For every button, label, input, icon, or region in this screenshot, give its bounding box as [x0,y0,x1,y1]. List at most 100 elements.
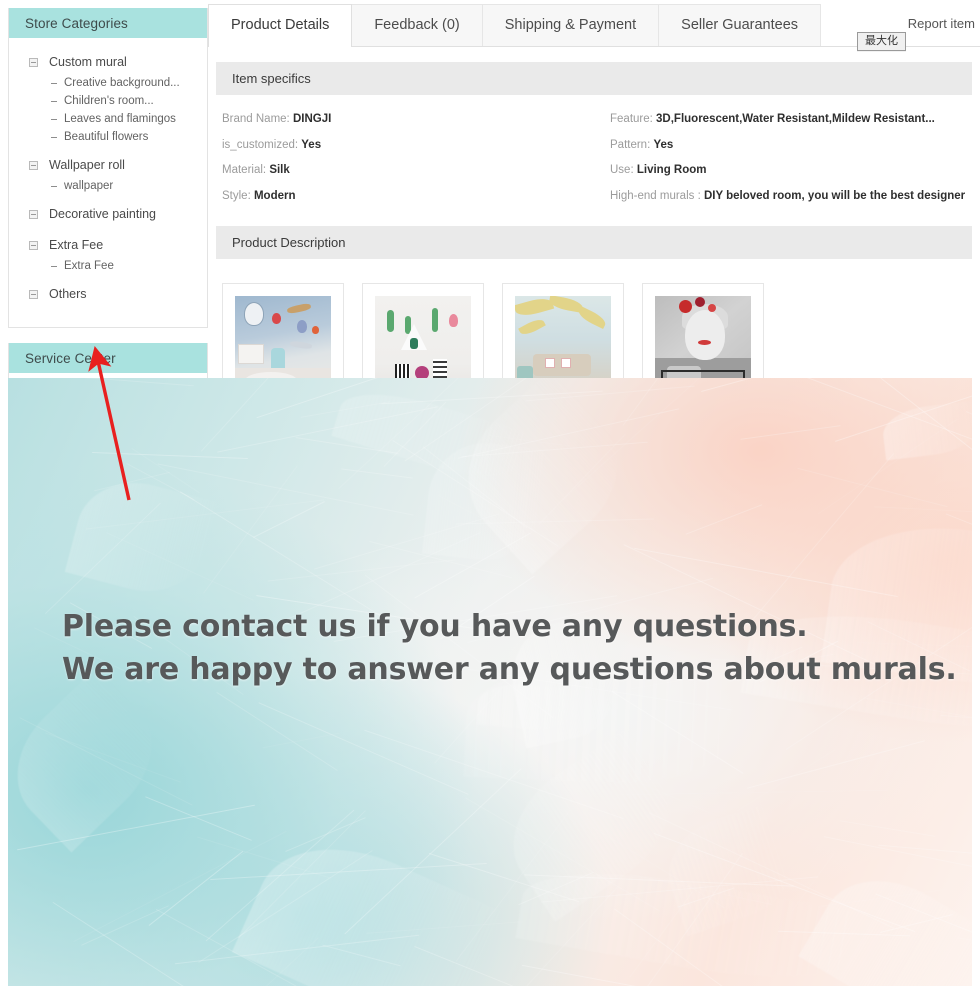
tree-group-spacer [9,195,207,202]
category-group-wallpaper-roll[interactable]: Wallpaper roll [9,153,207,177]
category-group-label: Wallpaper roll [49,158,125,172]
tab-feedback-0[interactable]: Feedback (0) [351,4,483,46]
spec-key: Pattern: [610,138,651,151]
feather-shape [231,817,501,986]
dash-bullet-icon [51,185,57,187]
product-description-heading: Product Description [216,226,972,260]
tree-group-spacer [9,146,207,153]
feather-strand [701,378,768,392]
spec-key: Style: [222,189,251,202]
spec-value: 3D,Fluorescent,Water Resistant,Mildew Re… [656,113,935,125]
item-specifics-table: Brand Name: DINGJI is_customized: Yes Mate… [216,95,972,211]
spec-row: Feature: 3D,Fluorescent,Water Resistant,… [610,107,972,133]
collapse-toggle-icon[interactable] [29,57,38,67]
spec-row: Style: Modern [222,184,594,210]
category-child-label: Extra Fee [64,260,114,272]
feather-strand [797,467,948,507]
category-child-item[interactable]: Leaves and flamingos [9,110,207,128]
spec-row: Pattern: Yes [610,133,972,159]
feather-strand [736,749,835,813]
feather-strand [81,905,170,946]
feather-strand [148,850,244,926]
tree-group-spacer [9,275,207,282]
category-group-label: Custom mural [49,55,127,69]
category-child-item[interactable]: Children's room... [9,92,207,110]
report-item-link[interactable]: Report item [908,16,975,31]
category-child-item[interactable]: Beautiful flowers [9,128,207,146]
maximize-button[interactable]: 最大化 [857,32,906,52]
feather-strand [874,505,972,519]
item-specifics-right-column: Feature: 3D,Fluorescent,Water Resistant,… [594,107,972,209]
detail-content: Item specifics Brand Name: DINGJI is_cust… [208,62,980,406]
store-categories-title: Store Categories [9,8,207,38]
category-group-decorative-painting[interactable]: Decorative painting [9,202,207,226]
feather-strand [258,701,469,795]
spec-row: High-end murals : DIY beloved room, you … [610,184,972,210]
spec-value: DIY beloved room, you will be the best d… [703,189,966,202]
category-child-item[interactable]: wallpaper [9,177,207,195]
tree-group-spacer [9,226,207,233]
contact-banner: Please contact us if you have any questi… [8,378,972,986]
tree-group-spacer [9,306,207,313]
spec-value: DINGJI [292,113,332,125]
tab-shipping-payment[interactable]: Shipping & Payment [481,4,660,46]
category-child-item[interactable]: Extra Fee [9,257,207,275]
category-child-label: wallpaper [64,180,114,192]
spec-key: Brand Name: [222,113,290,125]
feather-strand [740,425,841,440]
category-group-label: Others [49,287,87,301]
category-group-extra-fee[interactable]: Extra Fee [9,233,207,257]
feather-strand [203,465,299,594]
feather-strand [145,795,252,841]
spec-key: High-end murals : [610,189,701,202]
spec-key: Feature: [610,113,653,125]
tab-seller-guarantees[interactable]: Seller Guarantees [658,4,822,46]
collapse-toggle-icon[interactable] [29,209,38,219]
category-child-label: Creative background... [64,77,180,89]
top-content-region: Store Categories Custom mural Creative ba… [0,0,980,422]
spec-key: Use: [610,164,634,177]
category-child-item[interactable]: Creative background... [9,74,207,92]
dash-bullet-icon [51,265,57,267]
collapse-toggle-icon[interactable] [29,240,38,250]
category-group-others[interactable]: Others [9,282,207,306]
feather-strand [215,691,338,772]
banner-headline: Please contact us if you have any questi… [62,606,957,691]
spec-row: Brand Name: DINGJI [222,107,594,133]
category-tree: Custom mural Creative background... Childr… [9,38,207,327]
spec-row: Material: Silk [222,158,594,184]
feather-strand [823,835,972,873]
banner-line-1: Please contact us if you have any questi… [62,609,808,644]
feather-strand [27,378,194,386]
store-categories-panel: Store Categories Custom mural Creative ba… [8,8,208,328]
category-group-label: Decorative painting [49,207,157,221]
item-specifics-heading: Item specifics [216,62,972,95]
feather-strand [92,452,248,460]
feather-strand [747,739,926,789]
spec-value: Modern [253,189,296,202]
item-specifics-left-column: Brand Name: DINGJI is_customized: Yes Mate… [216,107,594,209]
category-group-custom-mural[interactable]: Custom mural [9,50,207,74]
banner-line-2: We are happy to answer any questions abo… [62,651,957,687]
spec-value: Yes [653,138,674,151]
dash-bullet-icon [51,136,57,138]
main-content: Product Details Feedback (0) Shipping & Pa… [208,0,980,406]
spec-key: is_customized: [222,138,299,151]
spec-value: Silk [269,164,290,177]
dash-bullet-icon [51,100,57,102]
product-detail-page: Store Categories Custom mural Creative ba… [0,0,980,994]
category-child-label: Leaves and flamingos [64,113,176,125]
spec-key: Material: [222,164,267,177]
dash-bullet-icon [51,118,57,120]
left-sidebar: Store Categories Custom mural Creative ba… [8,8,208,422]
collapse-toggle-icon[interactable] [29,160,38,170]
spec-row: is_customized: Yes [222,133,594,159]
tab-product-details[interactable]: Product Details [208,4,353,47]
collapse-toggle-icon[interactable] [29,289,38,299]
spec-value: Yes [301,138,322,151]
category-child-label: Beautiful flowers [64,131,149,143]
spec-row: Use: Living Room [610,158,972,184]
dash-bullet-icon [51,82,57,84]
feather-strand [685,503,763,535]
spec-value: Living Room [636,164,707,177]
